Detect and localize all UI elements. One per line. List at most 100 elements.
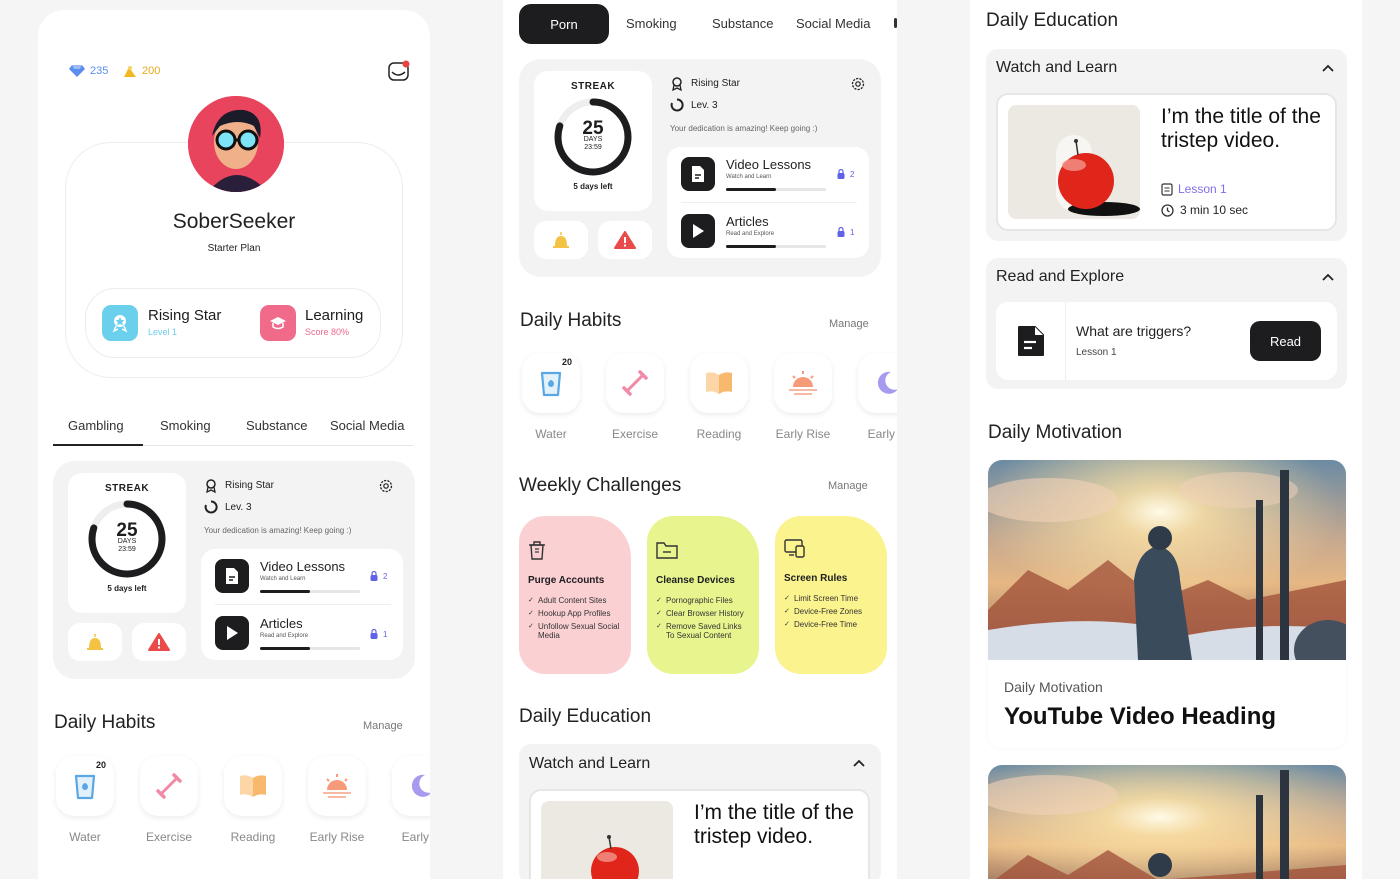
challenges-manage-link[interactable]: Manage [828,480,868,492]
chevron-up-icon[interactable] [1322,273,1334,281]
tab-social-media[interactable]: Social Media [796,16,870,31]
challenge-title: Screen Rules [784,573,848,584]
habit-label: Exercise [611,427,658,441]
weekly-challenges-title: Weekly Challenges [519,475,682,496]
username: SoberSeeker [172,210,296,233]
daily-education-title: Daily Education [519,706,652,727]
chevron-up-icon[interactable] [853,759,865,767]
watch-learn-header[interactable]: Watch and Learn [529,755,650,773]
habit-exercise[interactable]: Exercise [140,756,198,844]
trash-icon [529,541,545,560]
water-glass-icon [74,774,96,800]
gems-counter: 235 [68,64,108,78]
level-progress-icon [204,500,218,514]
challenge-item: Hookup App Profiles [528,609,623,618]
encouragement-text: Your dedication is amazing! Keep going :… [670,124,818,133]
water-glass-icon [540,371,562,397]
ribbon-icon [206,479,216,493]
gear-icon[interactable] [378,478,394,494]
articles-title: Articles [726,214,769,229]
article-title: What are triggers? [1076,323,1192,339]
coin-pile-icon [124,66,136,77]
learning-label: Learning [305,307,364,324]
habit-reading[interactable]: Reading [224,756,282,844]
duration-label: 3 min 10 sec [1180,203,1249,217]
bell-icon [553,232,569,248]
motivation-thumbnail [988,765,1346,879]
tab-substance[interactable]: Substance [712,16,773,31]
rank-label: Rising Star [225,480,274,491]
read-button[interactable]: Read [1250,321,1321,361]
habit-early-rise[interactable]: Early Rise [308,756,366,844]
gear-icon[interactable] [850,76,866,92]
alarm-button[interactable] [68,623,122,661]
habits-manage-link[interactable]: Manage [363,720,403,732]
next-tab-peek [894,18,897,28]
habit-early-rise[interactable]: Early Rise [774,353,832,441]
challenge-item: Pornographic Files [656,596,751,605]
tab-smoking[interactable]: Smoking [626,16,677,31]
tab-gambling[interactable]: Gambling [68,418,124,433]
challenge-screen-rules[interactable]: Screen Rules Limit Screen Time Device-Fr… [775,516,887,674]
tab-divider [143,445,413,446]
video-lessons-icon [681,157,715,191]
tab-substance[interactable]: Substance [246,418,307,433]
daily-habits-title: Daily Habits [54,712,156,733]
habit-water[interactable]: 20 Water [522,353,580,441]
watch-learn-header[interactable]: Watch and Learn [996,59,1117,77]
tab-porn[interactable]: Porn [519,4,609,44]
lock-icon [837,227,845,237]
challenge-cleanse-devices[interactable]: Cleanse Devices Pornographic Files Clear… [647,516,759,674]
dumbbell-icon [156,773,182,799]
lessons-divider [215,604,391,605]
challenge-item: Remove Saved Links To Sexual Content [656,622,751,640]
challenge-item: Clear Browser History [656,609,751,618]
tab-smoking[interactable]: Smoking [160,418,211,433]
warning-button[interactable] [132,623,186,661]
warning-icon [614,231,636,249]
water-badge: 20 [561,357,572,367]
plan-label: Starter Plan [207,243,261,254]
rank-label: Rising Star [691,78,740,89]
lesson-label: Lesson 1 [1178,182,1227,196]
articles-sub: Read and Explore [260,633,309,639]
warning-icon [148,633,170,651]
read-explore-header[interactable]: Read and Explore [996,268,1124,286]
challenge-purge-accounts[interactable]: Purge Accounts Adult Content Sites Hooku… [519,516,631,674]
lock-icon [370,629,378,639]
warning-button[interactable] [598,221,652,259]
habit-reading[interactable]: Reading [690,353,748,441]
habit-label: Early Rise [309,830,365,844]
habit-early-bed[interactable]: Early E [392,756,430,844]
avatar[interactable] [188,96,284,192]
challenge-item: Adult Content Sites [528,596,623,605]
video-thumbnail [541,801,673,879]
gem-icon [69,65,85,77]
video-lessons-icon [215,559,249,593]
habit-early-bed[interactable]: Early E [858,353,897,441]
streak-days-unit: DAYS [117,538,137,545]
level-label: Lev. 3 [225,502,252,513]
tab-social-media[interactable]: Social Media [330,418,404,433]
chevron-up-icon[interactable] [1322,64,1334,72]
motivation-heading: YouTube Video Heading [1004,703,1277,730]
habit-water[interactable]: 20 Water [56,756,114,844]
article-icon-box [996,302,1066,380]
articles-icon [215,616,249,650]
articles-sub: Read and Explore [726,231,775,237]
habits-manage-link[interactable]: Manage [829,318,869,330]
articles-count: 1 [850,228,855,237]
inbox-icon[interactable] [388,60,410,87]
habit-label: Exercise [145,830,192,844]
habit-label: Water [69,830,101,844]
motivation-video-card[interactable]: Daily Motivation YouTube Video Heading [988,460,1346,748]
motivation-video-card-2[interactable] [988,765,1346,879]
profile-screen: 235 200 SoberSeeker Starter Plan Rising … [38,10,430,879]
active-tab-indicator [53,444,143,446]
video-lessons-progress [260,590,360,593]
folder-minus-icon [656,542,678,559]
alarm-button[interactable] [534,221,588,259]
learning-icon [260,305,296,341]
rising-star-icon [102,305,138,341]
habit-exercise[interactable]: Exercise [606,353,664,441]
